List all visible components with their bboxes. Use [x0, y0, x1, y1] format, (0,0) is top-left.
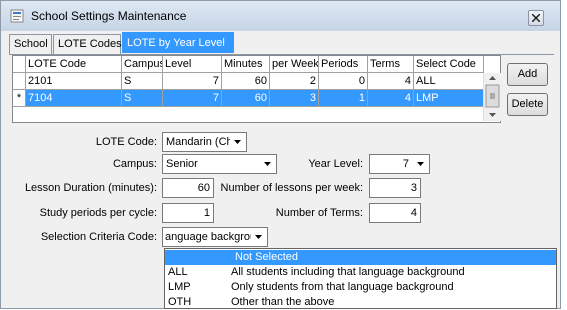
lote-grid: LOTE Code Campus Level Minutes per Week …: [12, 55, 501, 123]
title-bar: School Settings Maintenance: [1, 1, 560, 31]
tab-label: LOTE Codes: [58, 38, 122, 50]
cell-lote-code[interactable]: 7104: [26, 90, 122, 107]
tab-lote-by-year-level[interactable]: LOTE by Year Level: [122, 32, 234, 53]
option-code: LMP: [168, 281, 191, 293]
option-code: OTH: [168, 296, 192, 308]
column-header[interactable]: LOTE Code: [26, 56, 122, 73]
option-description: Other than the above: [231, 296, 335, 308]
lesson-duration-label: Lesson Duration (minutes):: [24, 182, 157, 194]
cell-level[interactable]: 7: [163, 73, 222, 90]
chevron-down-icon: [260, 156, 275, 172]
selection-criteria-dropdown[interactable]: anguage backgrou: [162, 227, 268, 247]
list-item[interactable]: Not Selected: [165, 250, 556, 265]
lessons-per-week-input[interactable]: 3: [369, 178, 421, 198]
cell-level[interactable]: 7: [163, 90, 222, 107]
cell-select-code[interactable]: LMP: [414, 90, 484, 107]
window-title: School Settings Maintenance: [31, 9, 187, 23]
row-header-cell: [13, 56, 26, 73]
number-of-terms-input[interactable]: 4: [369, 203, 421, 223]
option-description: Only students from that language backgro…: [231, 281, 454, 293]
year-level-label: Year Level:: [308, 158, 363, 170]
grid-scrollbar[interactable]: [483, 73, 501, 121]
chevron-down-icon: [230, 134, 245, 150]
row-marker: [13, 73, 26, 90]
selection-criteria-value: anguage backgrou: [165, 231, 257, 243]
list-item[interactable]: OTH Other than the above: [165, 295, 556, 310]
list-item[interactable]: LMP Only students from that language bac…: [165, 280, 556, 295]
chevron-down-icon: [251, 229, 266, 245]
option-description: Not Selected: [235, 251, 298, 263]
column-header[interactable]: per Week: [270, 56, 319, 73]
option-code: ALL: [168, 266, 188, 278]
lessons-per-week-label: Number of lessons per week:: [220, 182, 363, 194]
cell-periods[interactable]: 0: [319, 73, 368, 90]
cell-per-week[interactable]: 2: [270, 73, 319, 90]
lote-code-label: LOTE Code:: [95, 136, 157, 148]
scrollbar-arrows-icon: [485, 76, 500, 117]
row-marker: *: [13, 90, 26, 107]
cell-select-code[interactable]: ALL: [414, 73, 484, 90]
lesson-duration-input[interactable]: 60: [162, 178, 214, 198]
selection-criteria-listbox: Not Selected ALL All students including …: [164, 248, 557, 309]
tab-school[interactable]: School: [9, 34, 52, 54]
cell-campus[interactable]: S: [122, 73, 163, 90]
cell-minutes[interactable]: 60: [222, 90, 270, 107]
add-button[interactable]: Add: [507, 63, 548, 86]
close-button[interactable]: [528, 10, 544, 26]
number-of-terms-label: Number of Terms:: [275, 207, 363, 219]
column-header[interactable]: Terms: [368, 56, 414, 73]
column-header[interactable]: Periods: [319, 56, 368, 73]
tab-label: LOTE by Year Level: [127, 37, 225, 49]
app-icon: [10, 9, 24, 23]
list-item[interactable]: ALL All students including that language…: [165, 265, 556, 280]
column-header[interactable]: Minutes: [222, 56, 270, 73]
column-header[interactable]: Select Code: [414, 56, 484, 73]
lote-code-dropdown[interactable]: Mandarin (Chi: [162, 132, 247, 152]
cell-terms[interactable]: 4: [368, 73, 414, 90]
campus-dropdown[interactable]: Senior: [162, 154, 277, 174]
campus-value: Senior: [166, 158, 198, 170]
cell-periods[interactable]: 1: [319, 90, 368, 107]
tab-lote-codes[interactable]: LOTE Codes: [53, 34, 122, 54]
cell-lote-code[interactable]: 2101: [26, 73, 122, 90]
lote-code-value: Mandarin (Chi: [166, 136, 236, 148]
year-level-value: 7: [402, 158, 409, 170]
cell-minutes[interactable]: 60: [222, 73, 270, 90]
selection-criteria-label: Selection Criteria Code:: [40, 231, 157, 243]
study-periods-input[interactable]: 1: [162, 203, 214, 223]
year-level-dropdown[interactable]: 7: [369, 154, 430, 174]
delete-button[interactable]: Delete: [507, 93, 548, 116]
close-icon: [532, 14, 540, 22]
chevron-down-icon: [413, 156, 428, 172]
cell-campus[interactable]: S: [122, 90, 163, 107]
column-header[interactable]: Level: [163, 56, 222, 73]
cell-terms[interactable]: 4: [368, 90, 414, 107]
cell-per-week[interactable]: 3: [270, 90, 319, 107]
option-description: All students including that language bac…: [231, 266, 465, 278]
column-header[interactable]: Campus: [122, 56, 163, 73]
tab-label: School: [14, 38, 48, 50]
campus-label: Campus:: [112, 158, 157, 170]
study-periods-label: Study periods per cycle:: [39, 207, 157, 219]
